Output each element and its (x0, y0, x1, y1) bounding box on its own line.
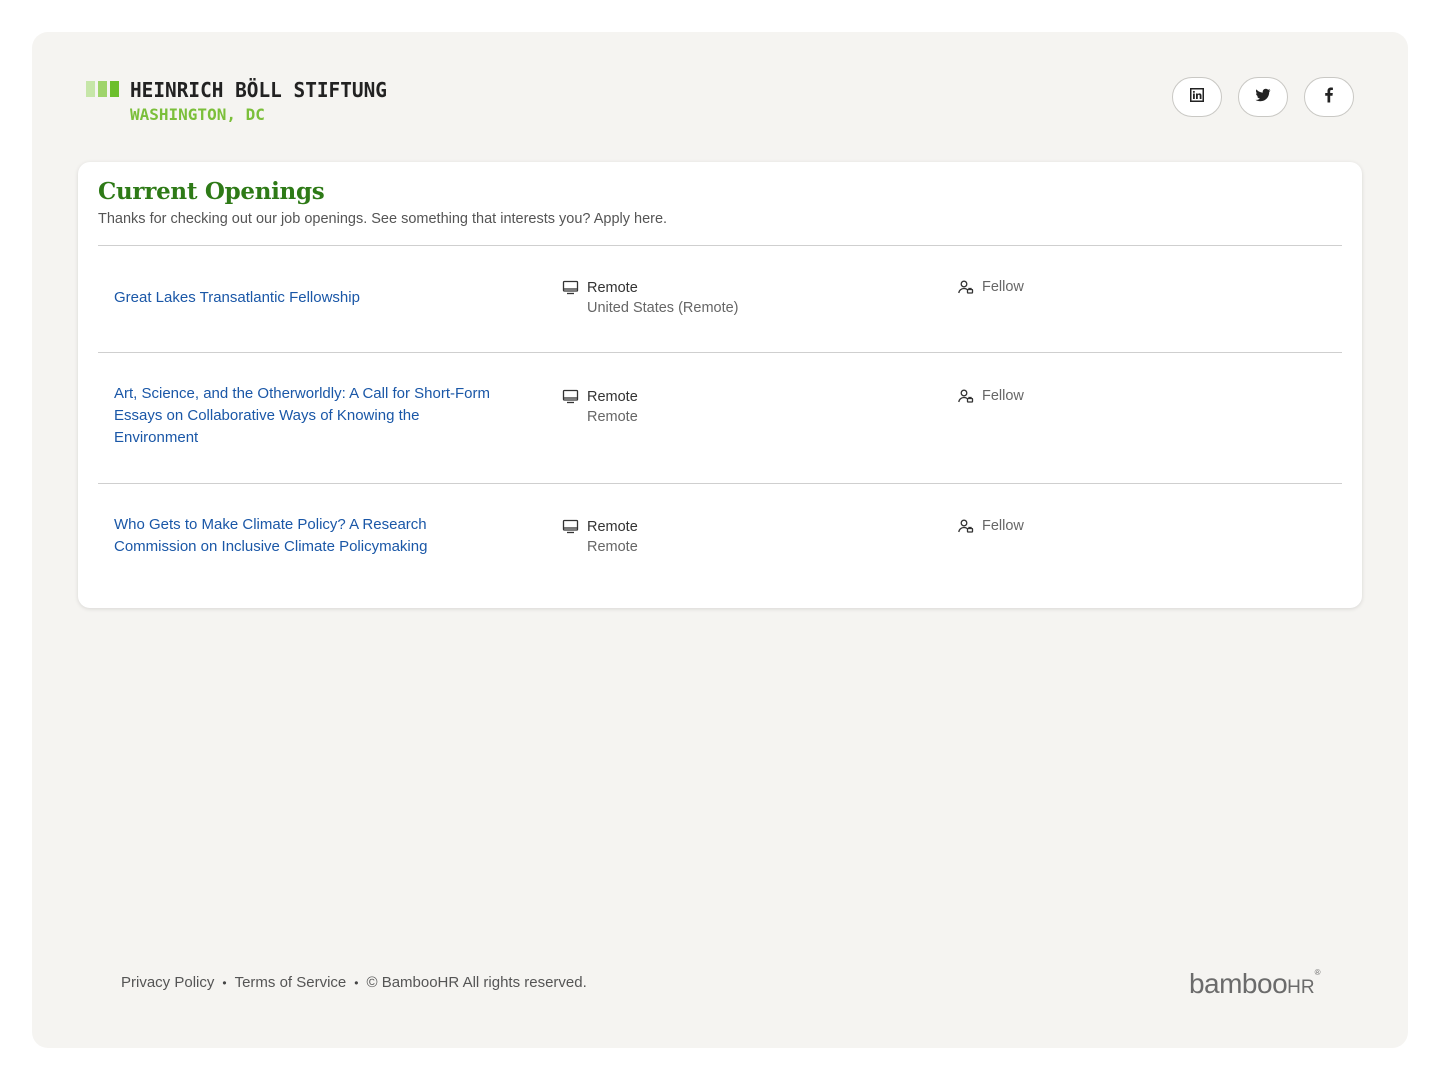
location-detail: Remote (587, 409, 638, 425)
job-row: Great Lakes Transatlantic Fellowship Rem… (98, 246, 1342, 352)
trademark-mark: ® (1314, 968, 1321, 977)
job-employment-type: Fellow (957, 517, 1024, 534)
employment-label: Fellow (982, 517, 1024, 534)
copyright-text: © BambooHR All rights reserved. (366, 974, 587, 991)
monitor-icon (562, 279, 579, 296)
social-links (1172, 77, 1354, 117)
linkedin-icon (1189, 87, 1205, 108)
location-detail: Remote (587, 539, 638, 555)
linkedin-button[interactable] (1172, 77, 1222, 117)
terms-of-service-link[interactable]: Terms of Service (235, 974, 347, 991)
bamboohr-logo[interactable]: bambooHR® (1188, 968, 1321, 1000)
person-badge-icon (957, 278, 974, 295)
logo-name: HEINRICH BÖLL STIFTUNG (130, 78, 387, 102)
location-type: Remote (587, 388, 638, 405)
privacy-policy-link[interactable]: Privacy Policy (121, 974, 214, 991)
footer-links: Privacy Policy • Terms of Service • © Ba… (121, 974, 587, 991)
job-employment-type: Fellow (957, 278, 1024, 295)
job-location: Remote United States (Remote) (562, 279, 739, 316)
location-type: Remote (587, 518, 638, 535)
job-employment-type: Fellow (957, 387, 1024, 404)
twitter-icon (1255, 87, 1271, 108)
monitor-icon (562, 388, 579, 405)
monitor-icon (562, 518, 579, 535)
logo-location: WASHINGTON, DC (130, 105, 265, 124)
job-location: Remote Remote (562, 388, 638, 425)
person-badge-icon (957, 517, 974, 534)
job-title-link[interactable]: Who Gets to Make Climate Policy? A Resea… (114, 514, 504, 558)
facebook-button[interactable] (1304, 77, 1354, 117)
person-badge-icon (957, 387, 974, 404)
logo-bars-icon (86, 81, 119, 97)
job-location: Remote Remote (562, 518, 638, 555)
page-subtitle: Thanks for checking out our job openings… (98, 211, 668, 227)
job-row: Art, Science, and the Otherworldly: A Ca… (98, 353, 1342, 483)
page-frame: HEINRICH BÖLL STIFTUNG WASHINGTON, DC Cu… (32, 32, 1408, 1048)
bamboohr-logo-hr: HR (1287, 977, 1315, 998)
location-detail: United States (Remote) (587, 300, 739, 316)
separator-dot: • (222, 975, 227, 990)
page-title: Current Openings (98, 178, 325, 205)
organization-logo[interactable]: HEINRICH BÖLL STIFTUNG WASHINGTON, DC (86, 78, 387, 128)
header: HEINRICH BÖLL STIFTUNG WASHINGTON, DC (32, 32, 1408, 162)
openings-card: Current Openings Thanks for checking out… (78, 162, 1362, 608)
bamboohr-logo-main: bamboo (1188, 968, 1288, 999)
employment-label: Fellow (982, 278, 1024, 295)
twitter-button[interactable] (1238, 77, 1288, 117)
job-row: Who Gets to Make Climate Policy? A Resea… (98, 484, 1342, 594)
separator-dot: • (354, 975, 359, 990)
facebook-icon (1321, 87, 1337, 108)
employment-label: Fellow (982, 387, 1024, 404)
job-title-link[interactable]: Great Lakes Transatlantic Fellowship (114, 287, 504, 309)
location-type: Remote (587, 279, 638, 296)
job-title-link[interactable]: Art, Science, and the Otherworldly: A Ca… (114, 383, 504, 449)
